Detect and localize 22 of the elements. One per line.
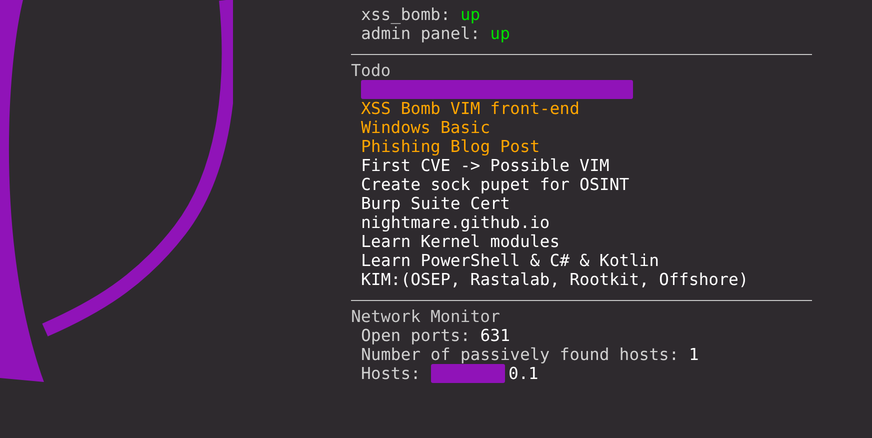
stat-value: 0.1 <box>508 364 538 383</box>
todo-item: KIM:(OSEP, Rastalab, Rootkit, Offshore) <box>361 270 748 289</box>
todo-item: Burp Suite Cert <box>361 194 510 213</box>
todo-item: First CVE -> Possible VIM <box>361 156 610 175</box>
service-status: up <box>460 5 480 24</box>
stat-label: Hosts: <box>361 364 422 383</box>
stat-value: 1 <box>688 345 699 364</box>
stat-label: Number of passively found hosts: <box>361 345 680 364</box>
todo-item: Learn Kernel modules <box>361 232 560 251</box>
todo-item: Windows Basic <box>361 118 490 137</box>
section-title: Network Monitor <box>351 307 500 326</box>
todo-item: Phishing Blog Post <box>361 137 540 156</box>
stat-label: Open ports: <box>361 326 472 345</box>
stat-value: 631 <box>480 326 510 345</box>
todo-item: Learn PowerShell & C# & Kotlin <box>361 251 660 270</box>
todo-item: Create sock pupet for OSINT <box>361 175 630 194</box>
service-label: xss_bomb: <box>361 5 452 24</box>
todo-item: nightmare.github.io <box>361 213 550 232</box>
service-label: admin panel: <box>361 24 482 43</box>
todo-item: XSS Bomb VIM front-end <box>361 99 580 118</box>
section-title: Todo <box>351 61 391 80</box>
service-status: up <box>490 24 510 43</box>
